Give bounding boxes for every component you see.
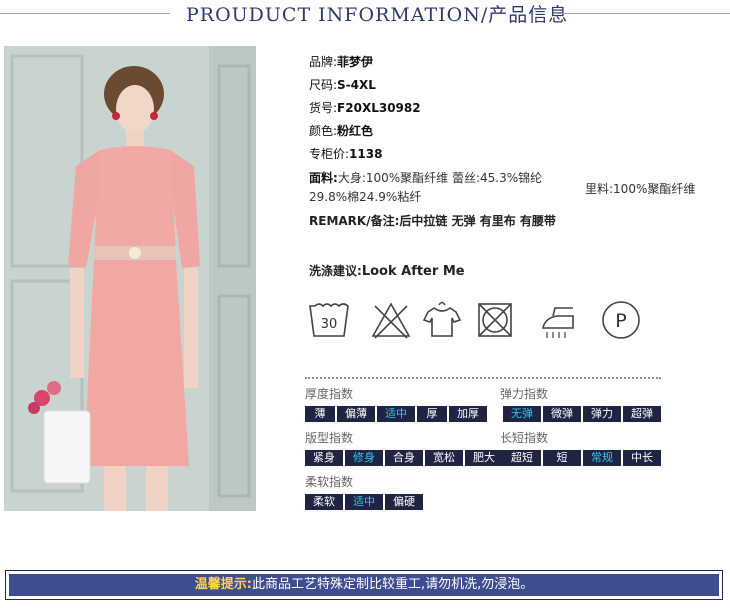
care-row: 洗涤建议:Look After Me (309, 262, 465, 279)
fabric-row: 面料:大身:100%聚酯纤维 蕾丝:45.3%锦纶 (309, 169, 542, 186)
notice-text: 此商品工艺特殊定制比较重工,请勿机洗,勿浸泡。 (251, 577, 534, 592)
sku-value: F20XL30982 (337, 101, 421, 115)
length-scale: 超短 短 常规 中长 (503, 450, 661, 466)
softness-option: 偏硬 (385, 494, 423, 510)
elasticity-label: 弹力指数 (500, 387, 549, 401)
thickness-option: 偏薄 (337, 406, 375, 422)
fit-option: 宽松 (425, 450, 463, 466)
product-photo (4, 46, 256, 511)
header-divider-left (0, 13, 170, 14)
softness-option-selected: 适中 (345, 494, 383, 510)
care-value: Look After Me (361, 264, 465, 279)
dotted-divider (305, 377, 661, 379)
fit-scale: 紧身 修身 合身 宽松 肥大 (305, 450, 503, 466)
softness-option: 柔软 (305, 494, 343, 510)
length-option: 中长 (623, 450, 661, 466)
sku-row: 货号:F20XL30982 (309, 99, 421, 116)
softness-scale: 柔软 适中 偏硬 (305, 494, 423, 510)
brand-value: 菲梦伊 (337, 55, 374, 69)
wash-temp-text: 30 (321, 317, 338, 332)
color-label: 颜色: (309, 124, 338, 138)
wash-30-icon: 30 (309, 303, 349, 337)
header-divider-right (562, 13, 730, 14)
thickness-scale: 薄 偏薄 适中 厚 加厚 (305, 406, 487, 422)
size-label: 尺码: (309, 78, 338, 92)
low-iron-icon (542, 307, 574, 338)
softness-label: 柔软指数 (305, 475, 354, 489)
remark-label: REMARK/备注: (309, 214, 400, 228)
brand-label: 品牌: (309, 55, 338, 69)
remark-value: 后中拉链 无弹 有里布 有腰带 (399, 214, 556, 228)
thickness-option: 加厚 (449, 406, 487, 422)
elasticity-scale: 无弹 微弹 弹力 超弹 (503, 406, 661, 422)
dry-clean-p-icon: P (602, 301, 640, 339)
fabric-label: 面料: (309, 171, 338, 185)
color-value: 粉红色 (337, 124, 374, 138)
price-label: 专柜价: (309, 147, 350, 161)
no-bleach-icon (371, 302, 411, 339)
section-title: PROUDUCT INFORMATION/产品信息 (186, 4, 569, 26)
length-option: 超短 (503, 450, 541, 466)
sku-label: 货号: (309, 101, 338, 115)
notice-highlight: 温馨提示: (194, 577, 252, 592)
fit-option: 肥大 (465, 450, 503, 466)
notice-inner: 温馨提示:此商品工艺特殊定制比较重工,请勿机洗,勿浸泡。 (9, 574, 719, 596)
size-row: 尺码:S-4XL (309, 76, 376, 93)
brand-row: 品牌:菲梦伊 (309, 53, 373, 70)
remark-row: REMARK/备注:后中拉链 无弹 有里布 有腰带 (309, 212, 556, 229)
fit-option-selected: 修身 (345, 450, 383, 466)
thickness-label: 厚度指数 (305, 387, 354, 401)
thickness-option-selected: 适中 (377, 406, 415, 422)
thickness-option: 厚 (417, 406, 447, 422)
size-value: S-4XL (337, 78, 376, 92)
fit-option: 紧身 (305, 450, 343, 466)
fabric-line2: 29.8%棉24.9%粘纤 (309, 190, 422, 204)
length-label: 长短指数 (500, 431, 549, 445)
fit-label: 版型指数 (305, 431, 354, 445)
no-tumble-dry-icon (478, 303, 512, 337)
length-option-selected: 常规 (583, 450, 621, 466)
elasticity-option: 超弹 (623, 406, 661, 422)
elasticity-option-selected: 无弹 (503, 406, 541, 422)
elasticity-option: 微弹 (543, 406, 581, 422)
care-label: 洗涤建议: (309, 264, 362, 278)
price-value: 1138 (349, 147, 383, 161)
thickness-option: 薄 (305, 406, 335, 422)
fabric-line1: 大身:100%聚酯纤维 蕾丝:45.3%锦纶 (337, 171, 543, 185)
elasticity-option: 弹力 (583, 406, 621, 422)
care-icons: 30 P (307, 298, 647, 342)
lining-value: 里料:100%聚酯纤维 (585, 182, 696, 196)
dry-clean-letter: P (615, 310, 626, 332)
notice-banner: 温馨提示:此商品工艺特殊定制比较重工,请勿机洗,勿浸泡。 (5, 570, 723, 600)
price-row: 专柜价:1138 (309, 145, 382, 162)
color-row: 颜色:粉红色 (309, 122, 373, 139)
section-header: PROUDUCT INFORMATION/产品信息 (0, 0, 730, 28)
hang-dry-icon (422, 301, 462, 337)
fit-option: 合身 (385, 450, 423, 466)
length-option: 短 (543, 450, 581, 466)
